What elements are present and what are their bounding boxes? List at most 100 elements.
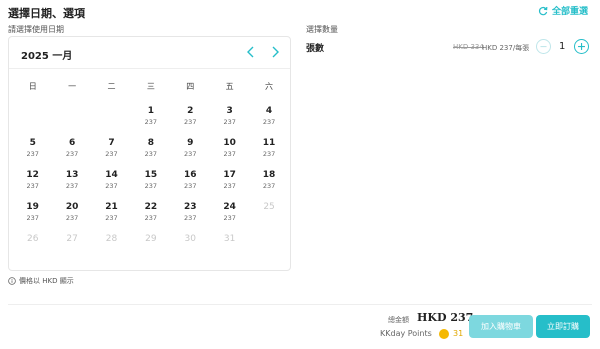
footer-divider [8, 304, 592, 305]
calendar-day[interactable]: 8 237 [131, 137, 170, 169]
calendar-day[interactable]: 11 237 [249, 137, 288, 169]
calendar-grid: 1 237 2 237 3 237 4 237 5 237 6 237 7 237 8 237 9 237 10 23… [13, 105, 289, 265]
day-number: 27 [66, 234, 78, 244]
calendar-day: 28 [92, 233, 131, 265]
calendar-day: 26 [13, 233, 52, 265]
calendar-day[interactable]: 20 237 [52, 201, 91, 233]
reset-all-label: 全部重選 [551, 7, 588, 17]
day-number: 7 [108, 138, 115, 148]
calendar-day[interactable]: 17 237 [210, 169, 249, 201]
calendar-day: 27 [52, 233, 91, 265]
calendar: 2025 一月 日一二三四五六 1 237 2 237 3 237 4 237 5 237 6 237… [8, 36, 291, 271]
day-price: 237 [262, 182, 276, 190]
calendar-day[interactable]: 12 237 [13, 169, 52, 201]
refresh-icon [538, 6, 548, 15]
day-price: 237 [184, 182, 197, 190]
chevron-right-icon[interactable] [267, 44, 283, 60]
calendar-day[interactable]: 21 237 [92, 201, 131, 233]
day-number: 24 [223, 202, 236, 212]
calendar-day[interactable]: 2 237 [171, 105, 210, 137]
calendar-day: 25 [249, 201, 288, 233]
ticket-name: 張數 [306, 44, 325, 54]
day-number: 9 [187, 138, 194, 148]
calendar-day[interactable]: 4 237 [249, 105, 288, 137]
chevron-left-icon[interactable] [243, 44, 259, 60]
points-label: KKday Points [380, 329, 432, 338]
calendar-day[interactable]: 19 237 [13, 201, 52, 233]
day-number: 15 [144, 170, 158, 180]
day-price: 237 [105, 182, 118, 190]
points-coin-icon [439, 329, 449, 339]
day-price: 237 [223, 118, 236, 126]
calendar-empty-cell [92, 105, 131, 137]
calendar-day[interactable]: 23 237 [171, 201, 210, 233]
weekday-row: 日一二三四五六 [13, 81, 289, 92]
day-price: 237 [26, 150, 39, 158]
day-price: 237 [144, 150, 158, 158]
calendar-day[interactable]: 18 237 [249, 169, 288, 201]
day-number: 29 [145, 234, 157, 244]
day-price: 237 [65, 182, 79, 190]
minus-icon[interactable] [536, 39, 551, 54]
calendar-day[interactable]: 6 237 [52, 137, 91, 169]
calendar-day[interactable]: 13 237 [52, 169, 91, 201]
calendar-month-title: 2025 一月 [21, 51, 73, 62]
day-price: 237 [184, 150, 197, 158]
day-price: 237 [262, 118, 276, 126]
day-number: 28 [105, 234, 118, 244]
day-price: 237 [105, 214, 118, 222]
day-number: 2 [187, 106, 194, 116]
calendar-day[interactable]: 5 237 [13, 137, 52, 169]
day-number: 11 [262, 138, 276, 148]
points-value: 31 [453, 329, 464, 338]
calendar-empty-cell [13, 105, 52, 137]
day-number: 1 [147, 106, 154, 116]
day-number: 14 [105, 170, 118, 180]
calendar-day[interactable]: 15 237 [131, 169, 170, 201]
calendar-day[interactable]: 1 237 [131, 105, 170, 137]
section-title: 選擇日期、選項 [8, 7, 85, 20]
calendar-day[interactable]: 3 237 [210, 105, 249, 137]
date-section-label: 請選擇使用日期 [8, 25, 64, 34]
weekday-label: 四 [186, 82, 195, 91]
day-price: 237 [26, 214, 39, 222]
day-number: 22 [144, 202, 158, 212]
day-price: 237 [184, 214, 197, 222]
day-number: 12 [26, 170, 39, 180]
weekday-label: 日 [28, 82, 37, 91]
reset-all-button[interactable]: 全部重選 [538, 4, 588, 17]
book-now-button[interactable]: 立即訂購 [536, 315, 590, 338]
weekday-label: 二 [107, 82, 116, 91]
calendar-day[interactable]: 16 237 [171, 169, 210, 201]
add-to-cart-button[interactable]: 加入購物車 [469, 315, 533, 338]
day-number: 26 [26, 234, 39, 244]
day-number: 21 [105, 202, 118, 212]
day-number: 19 [26, 202, 39, 212]
day-number: 18 [262, 170, 276, 180]
day-price: 237 [105, 150, 118, 158]
day-number: 6 [68, 138, 76, 148]
price-note: 價格以 HKD 顯示 [8, 276, 74, 286]
plus-icon[interactable] [574, 39, 589, 54]
calendar-day[interactable]: 22 237 [131, 201, 170, 233]
day-number: 13 [65, 170, 79, 180]
calendar-day[interactable]: 24 237 [210, 201, 249, 233]
calendar-day[interactable]: 9 237 [171, 137, 210, 169]
calendar-day[interactable]: 7 237 [92, 137, 131, 169]
day-price: 237 [65, 150, 79, 158]
calendar-day[interactable]: 10 237 [210, 137, 249, 169]
day-number: 25 [263, 202, 275, 212]
weekday-label: 三 [146, 82, 155, 91]
total-amount: HKD 237 [417, 311, 474, 324]
calendar-day: 30 [171, 233, 210, 265]
day-price: 237 [144, 118, 158, 126]
ticket-row: 張數 HKD 334 HKD 237/每張 1 [306, 39, 592, 54]
day-number: 10 [223, 138, 236, 148]
calendar-header: 2025 一月 [9, 37, 290, 69]
day-number: 23 [183, 202, 197, 212]
day-price: 237 [65, 214, 79, 222]
calendar-day[interactable]: 14 237 [92, 169, 131, 201]
unit-price: HKD 237/每張 [482, 44, 530, 52]
calendar-day: 29 [131, 233, 170, 265]
day-number: 3 [226, 106, 233, 116]
